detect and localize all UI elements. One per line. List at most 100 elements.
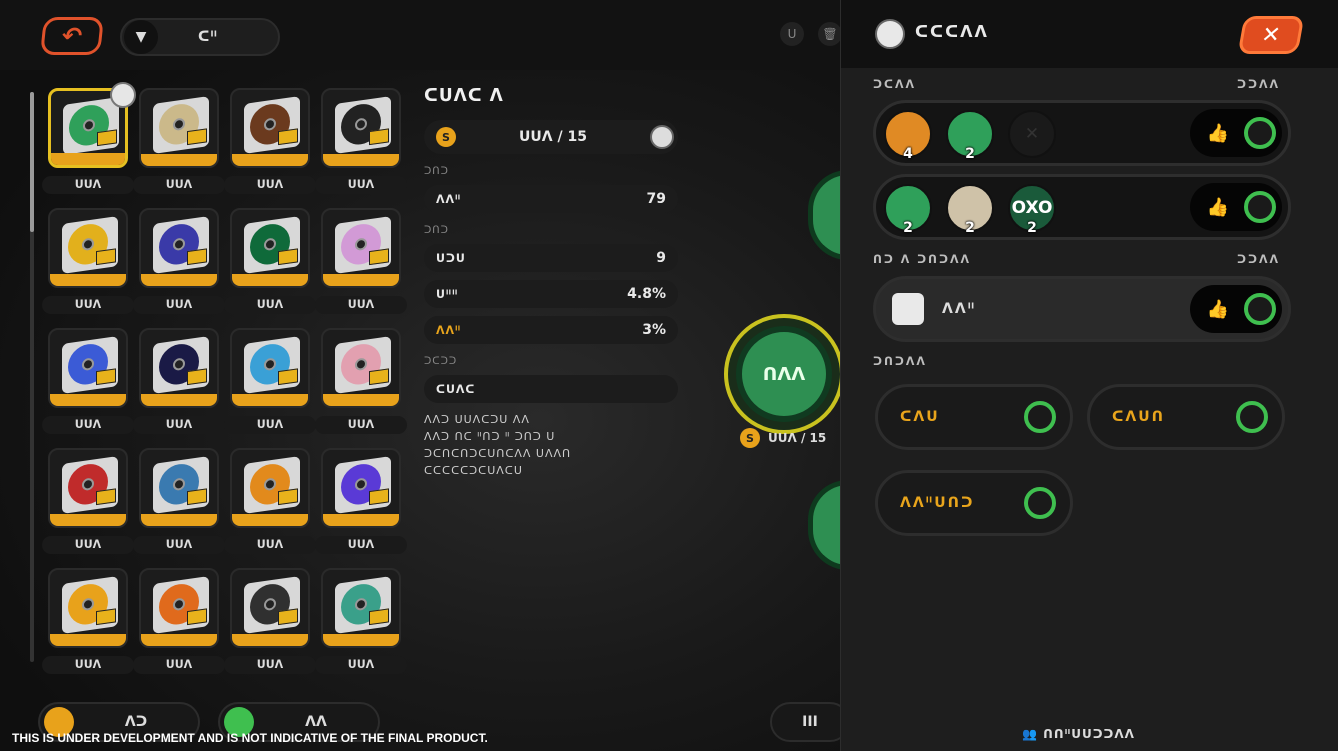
close-button[interactable]: ✕ xyxy=(1237,16,1305,54)
friends-link[interactable]: 👥 ᑎᑎᐦᑌᑌᑐᑐᐱᐱ xyxy=(1022,727,1135,741)
disc-image xyxy=(153,216,209,274)
selected-disc[interactable]: ᑎᐱᐱ xyxy=(724,314,844,434)
thumbs-up-icon[interactable]: 👍 xyxy=(1200,299,1236,320)
disc-tile[interactable]: ᑌᑌᐱ xyxy=(315,208,407,314)
disc-card xyxy=(230,568,310,648)
disc-tile[interactable]: ᑌᑌᐱ xyxy=(315,448,407,554)
select-ring[interactable] xyxy=(1244,191,1276,223)
rarity-strip xyxy=(51,153,125,165)
disc-tile[interactable]: ᑌᑌᐱ xyxy=(42,82,136,194)
disc-tag xyxy=(96,608,116,626)
disc-tile[interactable]: ᑌᑌᐱ xyxy=(133,568,225,674)
row-action[interactable]: 👍 xyxy=(1190,109,1282,157)
disc-image xyxy=(62,576,118,634)
disc-card xyxy=(230,448,310,528)
section-count: ᑐᑐᐱᐱ xyxy=(1237,78,1280,91)
back-button[interactable]: ↶ xyxy=(40,17,104,55)
empty-slot-x-icon: ✕ xyxy=(1024,124,1040,144)
disc-tile[interactable]: ᑌᑌᐱ xyxy=(224,208,316,314)
disc-tile[interactable]: ᑌᑌᐱ xyxy=(224,328,316,434)
disc-tile[interactable]: ᑌᑌᐱ xyxy=(224,448,316,554)
description-line: ᐱᐱᑐ ᑎᑕ ᐦᑎᑐ ᐦ ᑐᑎᑐ ᑌ xyxy=(424,430,556,443)
select-ring[interactable] xyxy=(1024,401,1056,433)
stat-row: ᐱᐱᐦ 79 xyxy=(424,185,678,213)
option-2[interactable]: ᑕᐱᑌᑎ xyxy=(1087,384,1285,450)
select-ring[interactable] xyxy=(1244,293,1276,325)
row-action[interactable]: 👍 xyxy=(1190,183,1282,231)
slot-row-1[interactable]: 👍 4 2 ✕ xyxy=(873,100,1291,166)
stat-value: 79 xyxy=(646,191,666,207)
chip-count: 2 xyxy=(965,220,975,236)
section-label: ᑐᑎᑐ xyxy=(424,166,449,177)
disc-tag xyxy=(369,488,389,506)
disc-tag xyxy=(369,368,389,386)
blocks-icon xyxy=(892,293,924,325)
panel-title: ᑕᑕᑕᐱᐱ xyxy=(915,22,989,41)
disc-tile[interactable]: ᑌᑌᐱ xyxy=(224,568,316,674)
select-ring[interactable] xyxy=(1244,117,1276,149)
disc-image xyxy=(153,336,209,394)
bottom-mid-label: ᐱᐱ xyxy=(305,714,327,730)
option-1[interactable]: ᑕᐱᑌ xyxy=(875,384,1073,450)
bottom-button-right[interactable]: III xyxy=(770,702,850,742)
disc-card xyxy=(139,448,219,528)
chip-count: 2 xyxy=(965,146,975,162)
sort-icon[interactable]: ᑌ xyxy=(780,22,804,46)
description-line: ᑕᑕᑕᑕᑕᑐᑕᑌᐱᑕᑌ xyxy=(424,464,523,477)
disc-tile[interactable]: ᑌᑌᐱ xyxy=(133,328,225,434)
select-ring[interactable] xyxy=(1236,401,1268,433)
disc-card xyxy=(321,448,401,528)
disc-tile[interactable]: ᑌᑌᐱ xyxy=(133,88,225,194)
option-3[interactable]: ᐱᐱᐦᑌᑎᑐ xyxy=(875,470,1073,536)
disc-image xyxy=(153,456,209,514)
friends-icon: 👥 xyxy=(1022,727,1044,741)
disc-image xyxy=(335,96,391,154)
row-action[interactable]: 👍 xyxy=(1190,285,1282,333)
disc-tile[interactable]: ᑌᑌᐱ xyxy=(315,568,407,674)
rarity-strip xyxy=(323,514,399,526)
disc-image xyxy=(244,336,300,394)
token-chip[interactable]: OXO 2 xyxy=(1008,184,1056,236)
disc-tag xyxy=(278,608,298,626)
filter-button[interactable]: ▼ ᑕᐦ xyxy=(120,18,280,56)
token-chip[interactable]: 2 xyxy=(946,184,994,236)
disc-tag xyxy=(369,608,389,626)
disc-label: ᑎᐱᐱ xyxy=(736,326,832,422)
section-label: ᑐᑎᑐ xyxy=(424,225,449,236)
wide-option[interactable]: ᐱᐱᐦ 👍 xyxy=(873,276,1291,342)
disc-tile[interactable]: ᑌᑌᐱ xyxy=(42,568,134,674)
section-label: ᑐᑕᐱᐱ xyxy=(873,78,916,91)
disc-caption: ᑌᑌᐱ xyxy=(42,176,134,194)
dev-notice: THIS IS UNDER DEVELOPMENT AND IS NOT IND… xyxy=(12,731,488,745)
token-chip[interactable]: ✕ xyxy=(1008,110,1056,158)
disc-image xyxy=(335,216,391,274)
token-chip[interactable]: 4 xyxy=(884,110,932,162)
disc-tile[interactable]: ᑌᑌᐱ xyxy=(315,88,407,194)
thumbs-up-icon[interactable]: 👍 xyxy=(1200,123,1236,144)
disc-caption: ᑌᑌᐱ xyxy=(42,656,134,674)
detail-panel: ᑕᑌᐱᑕ ᐱ S ᑌᑌᐱ / 15 ᑐᑎᑐ ᐱᐱᐦ 79 ᑐᑎᑐ ᑌᑐᑌ 9 ᑌᐦᐦ… xyxy=(424,86,678,479)
disc-tile[interactable]: ᑌᑌᐱ xyxy=(42,328,134,434)
disc-caption: ᑌᑌᐱ xyxy=(133,176,225,194)
disc-tile[interactable]: ᑌᑌᐱ xyxy=(42,448,134,554)
stat-row: ᑌᑐᑌ 9 xyxy=(424,244,678,272)
token-chip[interactable]: 2 xyxy=(946,110,994,162)
stat-value: 9 xyxy=(656,250,666,266)
select-ring[interactable] xyxy=(1024,487,1056,519)
disc-tile[interactable]: ᑌᑌᐱ xyxy=(224,88,316,194)
disc-caption: ᑌᑌᐱ xyxy=(315,296,407,314)
disc-tag xyxy=(187,488,207,506)
token-chip[interactable]: 2 xyxy=(884,184,932,236)
disc-image xyxy=(62,216,118,274)
disc-tile[interactable]: ᑌᑌᐱ xyxy=(42,208,134,314)
panel-header: ᑕᑕᑕᐱᐱ ✕ xyxy=(841,0,1338,68)
disc-tile[interactable]: ᑌᑌᐱ xyxy=(133,208,225,314)
disc-tag xyxy=(97,129,117,147)
disc-card xyxy=(48,328,128,408)
thumbs-up-icon[interactable]: 👍 xyxy=(1200,197,1236,218)
trash-icon[interactable]: 🗑 xyxy=(818,22,842,46)
disc-tile[interactable]: ᑌᑌᐱ xyxy=(315,328,407,434)
disc-tile[interactable]: ᑌᑌᐱ xyxy=(133,448,225,554)
slot-row-2[interactable]: 👍 2 2 OXO 2 xyxy=(873,174,1291,240)
rarity-strip xyxy=(232,274,308,286)
